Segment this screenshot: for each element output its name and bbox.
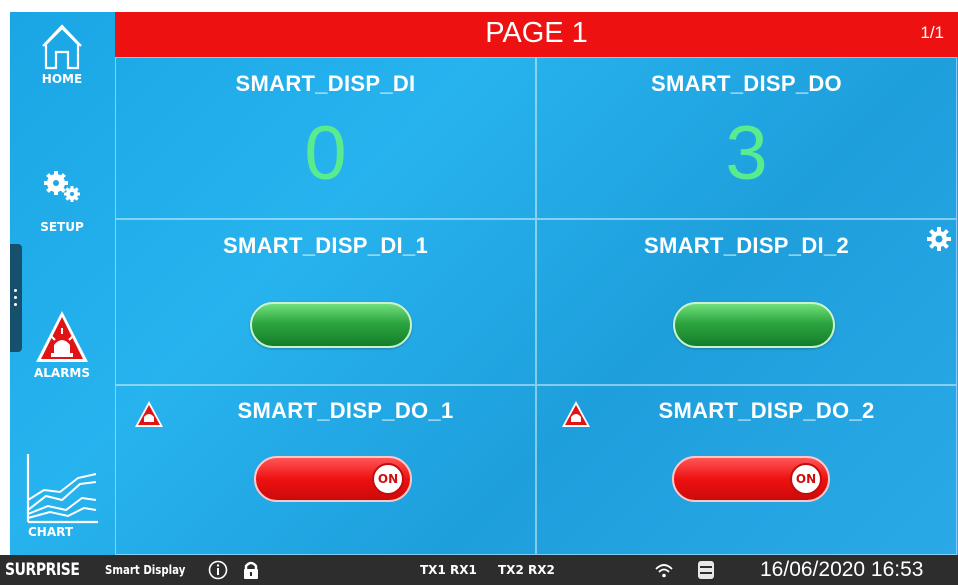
- value-display: 3: [725, 111, 768, 196]
- widget-title: SMART_DISP_DI: [235, 71, 416, 96]
- lock-icon[interactable]: [242, 555, 260, 585]
- on-off-toggle[interactable]: ON: [672, 456, 830, 502]
- wifi-icon: [654, 555, 674, 585]
- widget-grid: SMART_DISP_DI 0 SMART_DISP_DO 3 SMART_DI…: [115, 57, 958, 555]
- sidebar-item-setup[interactable]: SETUP: [10, 162, 114, 234]
- brand-subtitle: Smart Display: [105, 563, 186, 577]
- sidebar-item-home[interactable]: HOME: [10, 22, 114, 86]
- sidebar-item-label: CHART: [28, 525, 74, 539]
- toggle-knob: ON: [790, 463, 822, 495]
- widget-title: SMART_DISP_DO_1: [237, 398, 454, 423]
- sidebar-item-chart[interactable]: CHART: [10, 452, 114, 539]
- status-bar: SURPRISE Smart Display TX1 RX1 TX2 RX2 1: [0, 555, 958, 585]
- widget-cell: SMART_DISP_DI_2: [536, 219, 957, 385]
- status-led: [673, 302, 835, 348]
- page-index: 1/1: [920, 23, 944, 42]
- comm-status-2: TX2 RX2: [498, 563, 555, 577]
- alarm-beacon-icon: [36, 311, 88, 362]
- gear-icon[interactable]: [927, 227, 951, 251]
- gears-icon: [44, 171, 80, 202]
- sidebar-item-alarms[interactable]: ALARMS: [10, 308, 114, 380]
- page-header: PAGE 1 1/1: [115, 12, 958, 57]
- on-off-toggle[interactable]: ON: [254, 456, 412, 502]
- widget-cell: SMART_DISP_DO 3: [536, 57, 957, 219]
- status-led: [250, 302, 412, 348]
- database-icon: [696, 555, 716, 585]
- info-icon[interactable]: [208, 555, 228, 585]
- comm-status-1: TX1 RX1: [420, 563, 477, 577]
- sidebar: HOME SETUP ALARMS CHART: [10, 12, 114, 555]
- widget-cell: SMART_DISP_DI_1: [115, 219, 536, 385]
- home-icon: [42, 24, 82, 70]
- widget-title: SMART_DISP_DI_2: [643, 233, 849, 258]
- page-title: PAGE 1: [485, 17, 588, 49]
- chart-icon: [26, 454, 98, 524]
- widget-title: SMART_DISP_DO_2: [658, 398, 875, 423]
- sidebar-item-label: ALARMS: [33, 366, 91, 380]
- side-drawer-handle[interactable]: [10, 244, 22, 352]
- widget-title: SMART_DISP_DI_1: [222, 233, 428, 258]
- value-display: 0: [304, 111, 347, 196]
- sidebar-item-label: HOME: [41, 72, 83, 86]
- sidebar-item-label: SETUP: [40, 220, 84, 234]
- toggle-knob: ON: [372, 463, 404, 495]
- brand-logo: SURPRISE: [5, 560, 80, 580]
- widget-cell: SMART_DISP_DO_2 ON: [536, 385, 957, 555]
- hmi-screen: HOME SETUP ALARMS CHART PAGE 1 1/1 SMART…: [10, 12, 958, 555]
- widget-title: SMART_DISP_DO: [651, 71, 842, 96]
- widget-cell: SMART_DISP_DI 0: [115, 57, 536, 219]
- widget-cell: SMART_DISP_DO_1 ON: [115, 385, 536, 555]
- datetime-display: 16/06/2020 16:53: [760, 558, 924, 581]
